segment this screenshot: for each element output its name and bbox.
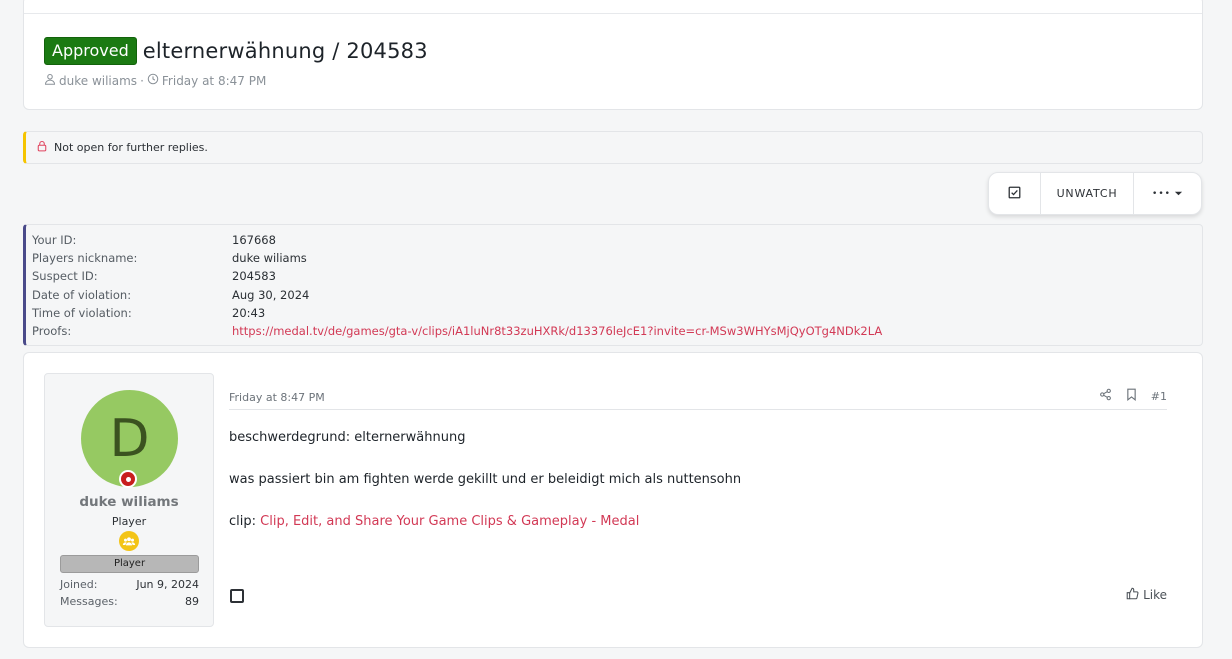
user-card: D duke wiliams Player Player Joined: Jun… xyxy=(44,373,214,627)
report-label: Suspect ID: xyxy=(32,269,98,284)
post-header: Friday at 8:47 PM #1 xyxy=(229,373,1167,410)
report-value: Aug 30, 2024 xyxy=(232,287,310,302)
report-value: duke wiliams xyxy=(232,251,307,266)
unwatch-button[interactable]: UNWATCH xyxy=(1041,173,1134,214)
meta-separator: · xyxy=(140,73,144,88)
clock-icon xyxy=(147,73,159,88)
post-main: Friday at 8:47 PM #1 beschwerdegrund: el… xyxy=(229,373,1167,627)
report-row: Your ID: 167668 xyxy=(32,231,1202,249)
post-clip-line: clip: Clip, Edit, and Share Your Game Cl… xyxy=(229,511,741,532)
post-line: was passiert bin am fighten werde gekill… xyxy=(229,472,742,487)
user-title: Player xyxy=(111,515,147,528)
messages-stat: Messages: 89 xyxy=(60,595,199,608)
post-username[interactable]: duke wiliams xyxy=(45,494,213,510)
user-banner: Player xyxy=(60,555,199,573)
thread-title-row: Approved elternerwähnung / 204583 xyxy=(44,37,428,65)
report-label: Your ID: xyxy=(32,233,77,248)
thread-meta: duke wiliams · Friday at 8:47 PM xyxy=(44,73,266,88)
report-label: Time of violation: xyxy=(32,305,132,320)
joined-label: Joined: xyxy=(60,578,98,591)
like-label: Like xyxy=(1143,588,1167,602)
share-icon[interactable] xyxy=(1099,388,1112,404)
thumbs-up-icon xyxy=(1126,587,1139,603)
more-dots: ••• xyxy=(1152,188,1171,199)
checkbox-icon xyxy=(1008,186,1021,202)
post-line: beschwerdegrund: elternerwähnung xyxy=(229,430,466,445)
post-body: beschwerdegrund: elternerwähnung was pas… xyxy=(229,427,741,553)
report-label: Date of violation: xyxy=(32,287,132,302)
lock-icon xyxy=(36,140,48,155)
report-value: 167668 xyxy=(232,233,276,248)
messages-value[interactable]: 89 xyxy=(185,595,199,608)
post-number[interactable]: #1 xyxy=(1151,390,1167,403)
post: D duke wiliams Player Player Joined: Jun… xyxy=(23,352,1203,648)
locked-notice: Not open for further replies. xyxy=(23,131,1203,164)
group-badge-icon xyxy=(119,531,139,551)
report-row: Date of violation: Aug 30, 2024 xyxy=(32,286,1202,304)
report-value: 20:43 xyxy=(232,305,266,320)
report-label: Proofs: xyxy=(32,324,72,339)
notice-text: Not open for further replies. xyxy=(54,141,208,154)
clip-prefix: clip: xyxy=(229,514,261,529)
post-select-checkbox[interactable] xyxy=(230,589,244,603)
select-thread-button[interactable] xyxy=(989,173,1041,214)
bookmark-icon[interactable] xyxy=(1125,388,1138,404)
post-date[interactable]: Friday at 8:47 PM xyxy=(229,391,325,404)
caret-down-icon xyxy=(1174,186,1183,202)
thread-author[interactable]: duke wiliams xyxy=(59,74,137,88)
user-icon xyxy=(44,73,56,88)
report-label: Players nickname: xyxy=(32,251,138,266)
joined-stat: Joined: Jun 9, 2024 xyxy=(60,578,199,591)
report-details: Your ID: 167668 Players nickname: duke w… xyxy=(23,224,1203,346)
report-value: 204583 xyxy=(232,269,276,284)
thread-date[interactable]: Friday at 8:47 PM xyxy=(162,74,266,88)
header-divider xyxy=(24,13,1202,14)
page-title: elternerwähnung / 204583 xyxy=(142,39,428,63)
thread-toolbar: UNWATCH ••• xyxy=(988,172,1202,215)
thread-header: Approved elternerwähnung / 204583 duke w… xyxy=(23,0,1203,110)
status-badge[interactable]: Approved xyxy=(44,37,137,65)
status-indicator-icon xyxy=(119,470,137,488)
messages-label: Messages: xyxy=(60,595,118,608)
more-options-button[interactable]: ••• xyxy=(1134,173,1201,214)
like-button[interactable]: Like xyxy=(1126,587,1167,603)
proof-link[interactable]: https://medal.tv/de/games/gta-v/clips/iA… xyxy=(232,324,882,338)
clip-link[interactable]: Clip, Edit, and Share Your Game Clips & … xyxy=(260,514,639,529)
report-row: Time of violation: 20:43 xyxy=(32,304,1202,322)
report-row: Proofs: https://medal.tv/de/games/gta-v/… xyxy=(32,322,1202,340)
post-actions: #1 xyxy=(1099,388,1167,404)
joined-value: Jun 9, 2024 xyxy=(136,578,199,591)
report-row: Suspect ID: 204583 xyxy=(32,267,1202,285)
report-row: Players nickname: duke wiliams xyxy=(32,249,1202,267)
